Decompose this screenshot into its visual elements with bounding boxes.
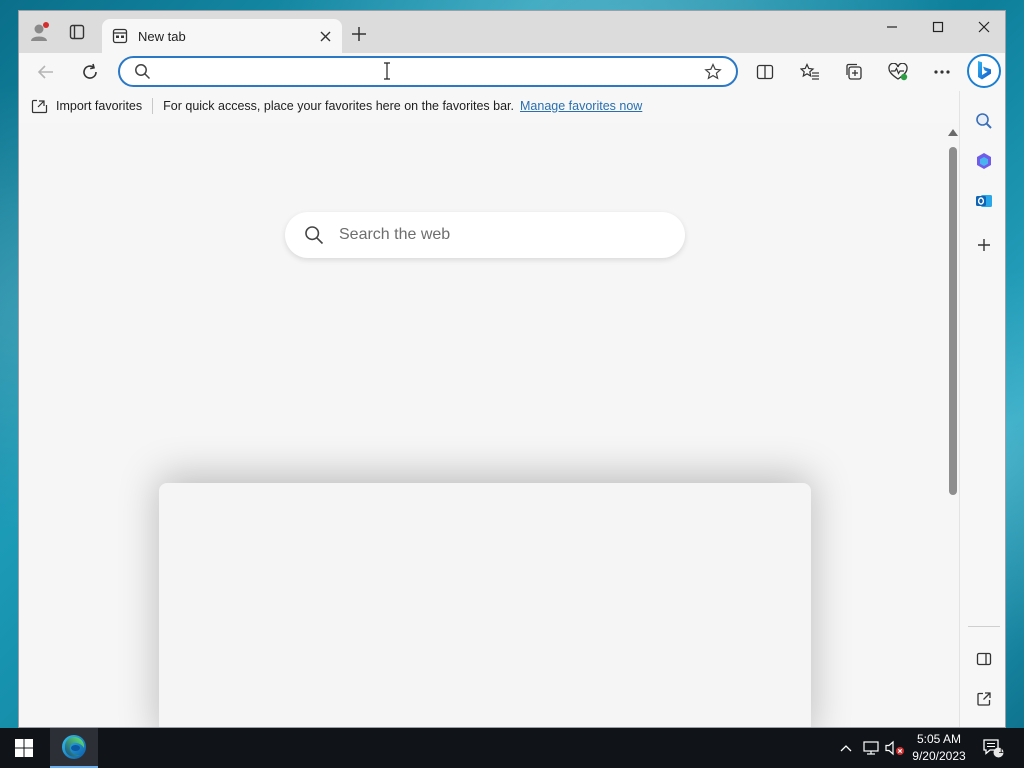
outlook-icon — [976, 195, 992, 207]
close-icon — [978, 21, 990, 33]
volume-muted-icon — [885, 740, 904, 756]
web-search-box[interactable] — [285, 212, 685, 258]
profile-icon — [29, 21, 51, 48]
refresh-icon — [83, 63, 97, 79]
title-bar: New tab — [19, 11, 1005, 53]
show-hidden-icons-button[interactable] — [836, 728, 856, 768]
tab-actions-button[interactable] — [62, 19, 92, 49]
divider — [968, 626, 1000, 627]
split-screen-icon — [756, 64, 774, 80]
close-icon — [320, 31, 330, 41]
chevron-up-icon — [840, 745, 852, 752]
notification-count: 1 — [998, 745, 1004, 756]
network-icon — [863, 741, 879, 755]
volume-button[interactable] — [884, 728, 906, 768]
scroll-up-arrow-icon[interactable] — [948, 129, 958, 136]
tab-title: New tab — [138, 28, 186, 44]
search-icon — [134, 63, 151, 85]
address-input[interactable] — [156, 62, 696, 82]
clock-date: 9/20/2023 — [912, 749, 966, 763]
favorites-button[interactable] — [795, 57, 825, 87]
close-tab-button[interactable] — [314, 25, 336, 47]
network-button[interactable] — [860, 728, 882, 768]
plus-icon — [352, 27, 366, 41]
sidebar-copilot-button[interactable] — [969, 146, 999, 176]
new-tab-button[interactable] — [344, 19, 374, 49]
import-favorites-label: Import favorites — [56, 99, 143, 113]
web-search-input[interactable] — [339, 226, 659, 244]
collections-icon — [846, 63, 862, 80]
add-icon — [978, 239, 990, 251]
divider — [152, 98, 154, 114]
maximize-button[interactable] — [915, 11, 961, 43]
tab-actions-icon — [69, 24, 85, 45]
bing-copilot-icon — [978, 61, 991, 80]
favorites-bar: Import favorites For quick access, place… — [19, 91, 959, 121]
import-favorites-button[interactable]: Import favorites — [31, 99, 142, 114]
hide-sidebar-icon — [976, 652, 992, 666]
bing-copilot-button[interactable] — [967, 54, 1001, 88]
start-button[interactable] — [0, 728, 48, 768]
sidebar-add-button[interactable] — [969, 230, 999, 260]
manage-favorites-link[interactable]: Manage favorites now — [520, 99, 642, 113]
more-icon — [934, 70, 950, 74]
sidebar-search-button[interactable] — [969, 106, 999, 136]
toolbar — [19, 53, 1005, 91]
taskbar: 5:05 AM 9/20/2023 1 — [0, 728, 1024, 768]
tab-new-tab[interactable]: New tab — [102, 19, 342, 53]
more-button[interactable] — [927, 57, 957, 87]
hide-sidebar-button[interactable] — [969, 644, 999, 674]
browser-window: New tab Import favorites For quick acces… — [18, 10, 1006, 728]
new-tab-page — [19, 123, 959, 727]
clock-time: 5:05 AM — [916, 732, 962, 746]
favorites-icon — [800, 63, 819, 80]
back-button[interactable] — [31, 57, 61, 87]
search-icon — [976, 113, 992, 129]
collections-button[interactable] — [839, 57, 869, 87]
address-bar[interactable] — [118, 56, 738, 87]
split-screen-button[interactable] — [750, 57, 780, 87]
new-tab-page-icon — [112, 28, 128, 44]
open-external-button[interactable] — [969, 684, 999, 714]
notification-center-button[interactable]: 1 — [978, 728, 1008, 768]
close-window-button[interactable] — [961, 11, 1005, 43]
heart-pulse-icon — [888, 63, 908, 81]
maximize-icon — [932, 21, 944, 33]
sidebar — [959, 91, 1005, 727]
browser-essentials-button[interactable] — [883, 57, 913, 87]
minimize-button[interactable] — [869, 11, 915, 43]
edge-logo-icon — [62, 735, 86, 759]
back-arrow-icon — [37, 65, 53, 79]
import-icon — [31, 99, 48, 113]
refresh-button[interactable] — [75, 57, 105, 87]
scroll-thumb[interactable] — [949, 147, 957, 495]
star-icon[interactable] — [704, 63, 722, 86]
copilot-icon — [977, 153, 991, 169]
favorites-bar-message: For quick access, place your favorites h… — [163, 99, 515, 113]
open-external-icon — [977, 692, 991, 706]
search-icon — [303, 224, 325, 246]
profile-button[interactable] — [25, 19, 55, 49]
windows-logo-icon — [15, 739, 33, 757]
vertical-scrollbar[interactable] — [945, 123, 959, 727]
content-feed-card — [159, 483, 811, 727]
minimize-icon — [887, 26, 897, 28]
sidebar-outlook-button[interactable] — [969, 186, 999, 216]
taskbar-edge-button[interactable] — [50, 728, 98, 768]
text-cursor-icon — [382, 62, 392, 85]
system-clock[interactable]: 5:05 AM 9/20/2023 — [905, 731, 973, 765]
